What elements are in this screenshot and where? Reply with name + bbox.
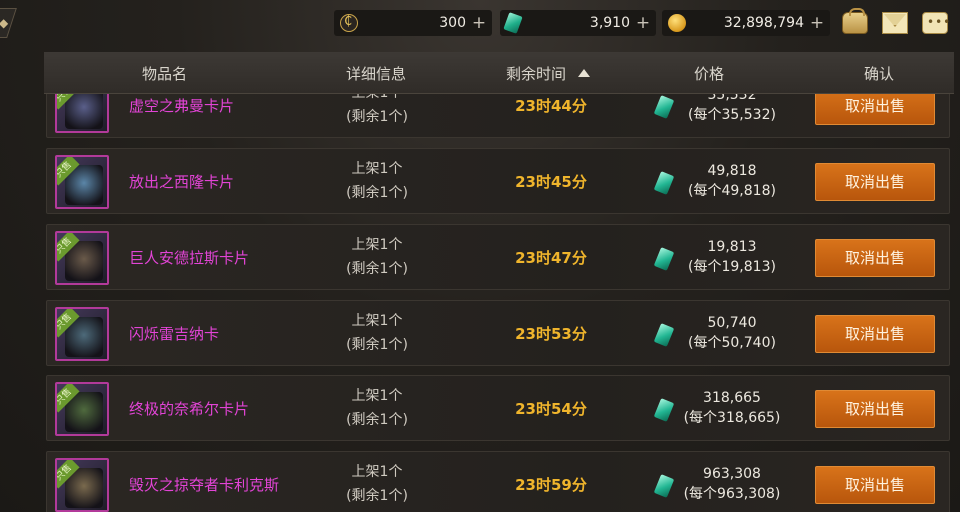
- remaining-count: (剩余1个): [346, 412, 408, 428]
- remaining-count: (剩余1个): [346, 488, 408, 504]
- header-remaining-time-label: 剩余时间: [506, 65, 567, 83]
- card-art: [65, 94, 103, 129]
- remaining-count: (剩余1个): [346, 185, 408, 201]
- item-card-thumbnail[interactable]: 只售: [55, 458, 109, 512]
- item-card-thumbnail[interactable]: 只售: [55, 155, 109, 209]
- listing-detail: 上架1个 (剩余1个): [327, 384, 427, 432]
- table-row: 只售 放出之西隆卡片 上架1个 (剩余1个) 23时45分 49,818 (每个49…: [46, 148, 950, 214]
- listing-detail: 上架1个 (剩余1个): [327, 157, 427, 205]
- total-price: 49,818: [707, 163, 757, 179]
- total-price: 318,665: [703, 390, 761, 406]
- item-card-thumbnail[interactable]: 只售: [55, 94, 109, 133]
- price: 963,308 (每个963,308): [667, 464, 797, 504]
- add-currency-button[interactable]: +: [470, 13, 488, 33]
- listing-detail: 上架1个 (剩余1个): [327, 460, 427, 508]
- price: 49,818 (每个49,818): [667, 161, 797, 201]
- table-row: 只售 终极的奈希尔卡片 上架1个 (剩余1个) 23时54分 318,665 (每个…: [46, 375, 950, 441]
- item-name[interactable]: 放出之西隆卡片: [129, 171, 234, 192]
- unit-price: (每个35,532): [688, 107, 776, 123]
- price: 19,813 (每个19,813): [667, 237, 797, 277]
- add-currency-button[interactable]: +: [634, 13, 652, 33]
- listed-count: 上架1个: [351, 313, 403, 329]
- remaining-time: 23时53分: [515, 325, 587, 343]
- unit-price: (每个50,740): [688, 335, 776, 351]
- unit-price: (每个318,665): [683, 410, 781, 426]
- remaining-count: (剩余1个): [346, 261, 408, 277]
- chat-icon[interactable]: [922, 12, 951, 34]
- remaining-count: (剩余1个): [346, 337, 408, 353]
- top-bar: ◆ 300 + 3,910 + 32,898,794 +: [0, 0, 960, 44]
- unit-price: (每个49,818): [688, 183, 776, 199]
- mail-icon[interactable]: [882, 12, 908, 34]
- sort-ascending-icon: [578, 69, 591, 77]
- table-row: 只售 巨人安德拉斯卡片 上架1个 (剩余1个) 23时47分 19,813 (每个1…: [46, 224, 950, 290]
- listed-count: 上架1个: [351, 161, 403, 177]
- listed-count: 上架1个: [351, 388, 403, 404]
- item-card-thumbnail[interactable]: 只售: [55, 307, 109, 361]
- total-price: 35,532: [707, 94, 757, 103]
- item-name[interactable]: 巨人安德拉斯卡片: [129, 247, 249, 268]
- total-price: 19,813: [707, 239, 757, 255]
- header-remaining-time[interactable]: 剩余时间: [506, 63, 591, 84]
- listed-count: 上架1个: [351, 464, 403, 480]
- item-card-thumbnail[interactable]: 只售: [55, 231, 109, 285]
- item-name[interactable]: 终极的奈希尔卡片: [129, 398, 249, 419]
- cancel-sale-button[interactable]: 取消出售: [815, 163, 935, 201]
- listed-count: 上架1个: [327, 94, 427, 105]
- item-name[interactable]: 毁灭之掠夺者卡利克斯: [129, 474, 279, 495]
- remaining-time: 23时59分: [515, 476, 587, 494]
- price: 50,740 (每个50,740): [667, 313, 797, 353]
- unit-price: (每个19,813): [688, 259, 776, 275]
- remaining-time: 23时44分: [515, 97, 587, 115]
- header-price[interactable]: 价格: [694, 63, 724, 84]
- item-name[interactable]: 闪烁雷吉纳卡: [129, 323, 219, 344]
- currency-value: 3,910: [589, 15, 630, 31]
- add-currency-button[interactable]: +: [808, 13, 826, 33]
- gold-coin-icon: [668, 14, 686, 32]
- table-row: 只售 虚空之弗曼卡片 上架1个 (剩余1个) 23时44分 35,532 (每个35…: [46, 94, 950, 138]
- bag-icon[interactable]: [842, 8, 868, 34]
- currency-coupon: 300 +: [334, 10, 492, 36]
- cancel-sale-button[interactable]: 取消出售: [815, 94, 935, 125]
- item-name[interactable]: 虚空之弗曼卡片: [129, 95, 234, 116]
- cancel-sale-button[interactable]: 取消出售: [815, 466, 935, 504]
- currency-value: 32,898,794: [723, 15, 804, 31]
- chevron-left-icon: ◆: [0, 16, 9, 30]
- listing-detail: 上架1个 (剩余1个): [327, 94, 427, 129]
- remaining-count: (剩余1个): [346, 109, 408, 125]
- remaining-time: 23时47分: [515, 249, 587, 267]
- unit-price: (每个963,308): [683, 486, 781, 502]
- remaining-time: 23时45分: [515, 173, 587, 191]
- cancel-sale-button[interactable]: 取消出售: [815, 315, 935, 353]
- table-row: 只售 毁灭之掠夺者卡利克斯 上架1个 (剩余1个) 23时59分 963,308 (…: [46, 451, 950, 512]
- item-card-thumbnail[interactable]: 只售: [55, 382, 109, 436]
- currency-gold: 32,898,794 +: [662, 10, 830, 36]
- total-price: 50,740: [707, 315, 757, 331]
- header-details[interactable]: 详细信息: [346, 63, 406, 84]
- listing-list[interactable]: 只售 虚空之弗曼卡片 上架1个 (剩余1个) 23时44分 35,532 (每个35…: [44, 94, 954, 512]
- total-price: 963,308: [703, 466, 761, 482]
- price: 35,532 (每个35,532): [667, 94, 797, 125]
- listing-detail: 上架1个 (剩余1个): [327, 309, 427, 357]
- cancel-sale-button[interactable]: 取消出售: [815, 390, 935, 428]
- header-confirm: 确认: [864, 65, 895, 83]
- table-header: 物品名 详细信息 剩余时间 价格 确认: [44, 52, 954, 94]
- remaining-time: 23时54分: [515, 400, 587, 418]
- cancel-sale-button[interactable]: 取消出售: [815, 239, 935, 277]
- table-row: 只售 闪烁雷吉纳卡 上架1个 (剩余1个) 23时53分 50,740 (每个50,…: [46, 300, 950, 366]
- listed-count: 上架1个: [351, 237, 403, 253]
- listing-detail: 上架1个 (剩余1个): [327, 233, 427, 281]
- price: 318,665 (每个318,665): [667, 388, 797, 428]
- back-button[interactable]: ◆: [0, 8, 17, 38]
- header-item-name[interactable]: 物品名: [142, 63, 187, 84]
- coupon-icon: [340, 14, 358, 32]
- currency-value: 300: [439, 15, 466, 31]
- currency-crystal: 3,910 +: [500, 10, 656, 36]
